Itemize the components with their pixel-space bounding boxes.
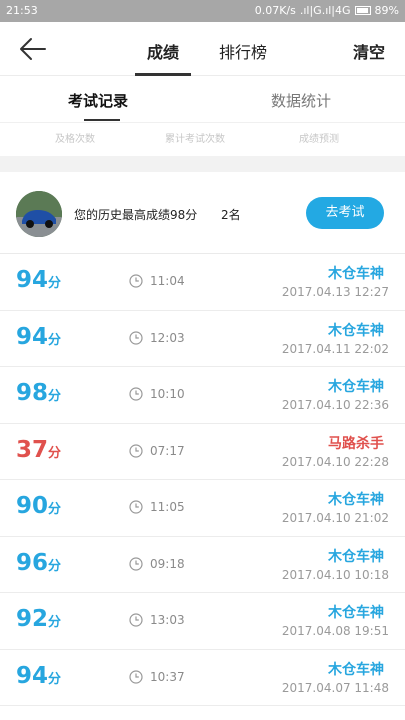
exam-duration: 12:03 [150, 330, 185, 345]
stats-row: 及格次数 累计考试次数 成绩预测 [0, 122, 405, 156]
clock-icon [129, 669, 143, 684]
exam-duration: 11:05 [150, 500, 185, 514]
record-row[interactable]: 37分 07:17 马路杀手 2017.04.10 22:28 [0, 423, 405, 480]
subtab-exam-records[interactable]: 考试记录 [68, 90, 128, 111]
status-time: 21:53 [6, 4, 38, 17]
record-score: 94分 [16, 324, 61, 350]
score-unit: 分 [48, 671, 62, 687]
sub-tabs: 考试记录 数据统计 [0, 77, 405, 122]
clock-icon [129, 387, 143, 401]
record-date: 2017.04.13 12:27 [281, 285, 389, 299]
record-date: 2017.04.10 21:02 [281, 511, 389, 525]
score-value: 96 [16, 549, 49, 576]
clock-icon [129, 556, 143, 571]
clock-icon [129, 330, 143, 345]
exam-duration: 10:10 [150, 387, 185, 401]
record-score: 90分 [16, 493, 61, 519]
status-right: 0.07K/s .ıl|G.ıl|4G 89% [255, 4, 399, 17]
back-arrow-icon[interactable] [18, 36, 48, 62]
subtab-indicator [84, 119, 120, 121]
battery-icon [354, 6, 371, 15]
tab-ranking[interactable]: 排行榜 [219, 39, 267, 63]
rank-text: 2名 [221, 208, 241, 222]
record-row[interactable]: 90分 11:05 木仓车神 2017.04.10 21:02 [0, 480, 405, 537]
record-date: 2017.04.10 10:18 [281, 567, 389, 582]
score-unit: 分 [48, 389, 62, 404]
exam-duration: 13:03 [150, 613, 185, 627]
record-title: 木仓车神 [328, 379, 384, 395]
clock-icon [129, 443, 143, 458]
top-nav: 成绩 排行榜 清空 [0, 22, 405, 76]
records-list: 94分 11:04 木仓车神 2017.04.13 12:27 94分 12:03 木仓车神… [0, 254, 405, 706]
section-divider [0, 156, 405, 172]
record-score: 94分 [16, 267, 61, 293]
clock-icon [129, 274, 143, 288]
score-unit: 分 [48, 615, 62, 630]
record-score: 92分 [16, 606, 61, 632]
clock-icon [129, 500, 143, 514]
record-row[interactable]: 94分 10:37 木仓车神 2017.04.07 11:48 [0, 649, 405, 706]
record-score: 94分 [16, 663, 61, 689]
record-title: 木仓车神 [328, 661, 384, 678]
score-unit: 分 [48, 445, 62, 461]
best-score-text: 您的历史最高成绩98分 [74, 208, 198, 222]
score-unit: 分 [48, 276, 62, 291]
record-title: 木仓车神 [328, 322, 384, 339]
score-value: 94 [16, 662, 49, 689]
stat-score-prediction: 成绩预测 [299, 134, 339, 145]
subtab-data-stats[interactable]: 数据统计 [271, 90, 331, 111]
record-row[interactable]: 96分 09:18 木仓车神 2017.04.10 10:18 [0, 536, 405, 593]
record-row[interactable]: 94分 12:03 木仓车神 2017.04.11 22:02 [0, 310, 405, 367]
score-unit: 分 [48, 502, 62, 517]
score-value: 94 [16, 323, 49, 350]
record-title: 木仓车神 [328, 605, 384, 621]
record-date: 2017.04.10 22:36 [281, 398, 389, 412]
score-value: 37 [16, 436, 49, 463]
exam-duration: 11:04 [150, 274, 185, 288]
take-exam-button[interactable]: 去考试 [306, 197, 384, 229]
record-score: 96分 [16, 550, 61, 576]
tab-score[interactable]: 成绩 [147, 39, 179, 63]
record-date: 2017.04.08 19:51 [281, 624, 389, 638]
score-value: 98 [16, 380, 49, 406]
record-date: 2017.04.10 22:28 [281, 454, 389, 469]
exam-duration: 10:37 [150, 669, 185, 684]
avatar[interactable] [16, 191, 62, 237]
status-bar: 21:53 0.07K/s .ıl|G.ıl|4G 89% [0, 0, 405, 22]
exam-duration: 07:17 [150, 443, 185, 458]
battery-level: 89% [374, 4, 399, 17]
score-value: 94 [16, 267, 49, 293]
best-score-summary: 您的历史最高成绩98分 2名 去考试 [0, 172, 405, 254]
clock-icon [129, 613, 143, 627]
score-unit: 分 [48, 332, 62, 348]
record-row[interactable]: 92分 13:03 木仓车神 2017.04.08 19:51 [0, 593, 405, 650]
stat-total-exams: 累计考试次数 [165, 134, 225, 145]
score-value: 92 [16, 606, 49, 632]
network-speed: 0.07K/s [254, 4, 296, 17]
score-value: 90 [16, 493, 49, 519]
score-unit: 分 [48, 558, 62, 574]
exam-duration: 09:18 [150, 556, 185, 571]
record-title: 木仓车神 [328, 548, 384, 565]
record-title: 木仓车神 [328, 266, 384, 282]
record-row[interactable]: 98分 10:10 木仓车神 2017.04.10 22:36 [0, 367, 405, 424]
record-score: 37分 [16, 437, 61, 463]
record-row[interactable]: 94分 11:04 木仓车神 2017.04.13 12:27 [0, 254, 405, 311]
record-date: 2017.04.07 11:48 [281, 680, 389, 695]
record-title: 木仓车神 [328, 492, 384, 508]
record-date: 2017.04.11 22:02 [281, 341, 389, 356]
record-score: 98分 [16, 380, 61, 406]
record-title: 马路杀手 [328, 435, 384, 452]
signal-indicator: .ıl|G.ıl|4G [299, 4, 351, 17]
active-tab-indicator [135, 73, 191, 76]
clear-button[interactable]: 清空 [353, 39, 385, 63]
stat-pass-count: 及格次数 [55, 134, 95, 145]
